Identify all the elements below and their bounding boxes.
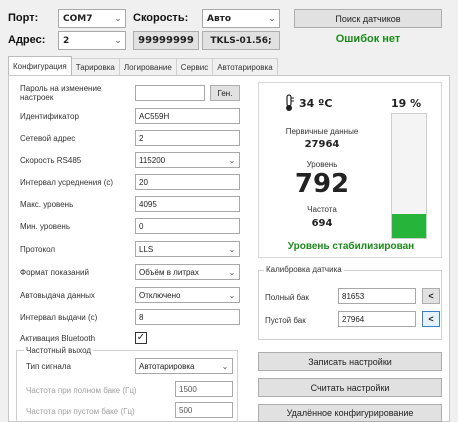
max-level-field[interactable]: 4095 (135, 196, 240, 212)
reading-format-select[interactable]: Объём в литрах ⌄ (135, 264, 240, 280)
empty-tank-label: Пустой бак (265, 316, 306, 325)
frequency-label: Частота (307, 205, 337, 214)
network-address-label: Сетевой адрес (20, 134, 76, 143)
full-tank-label: Полный бак (265, 293, 309, 302)
password-field[interactable] (135, 85, 205, 101)
chevron-down-icon: ⌄ (228, 267, 236, 277)
auto-output-select[interactable]: Отключено ⌄ (135, 287, 240, 303)
averaging-interval-field[interactable]: 20 (135, 174, 240, 190)
port-select-value: COM7 (63, 13, 93, 24)
speed-select-value: Авто (207, 13, 232, 24)
chevron-down-icon: ⌄ (228, 244, 236, 254)
chevron-down-icon: ⌄ (221, 361, 229, 371)
calibration-group-label: Калибровка датчика (264, 265, 344, 274)
address-select[interactable]: 2 ⌄ (58, 31, 126, 50)
set-empty-tank-button[interactable]: < (422, 311, 440, 327)
chevron-down-icon: ⌄ (228, 155, 236, 165)
calibration-group (258, 270, 442, 340)
generate-password-button[interactable]: Ген. (210, 85, 240, 101)
output-interval-field[interactable]: 8 (135, 309, 240, 325)
password-label: Пароль на изменение настроек (20, 84, 102, 102)
max-level-label: Макс. уровень (20, 200, 74, 209)
reading-format-value: Объём в литрах (139, 267, 199, 277)
frequency-value: 694 (311, 218, 333, 229)
network-address-field[interactable]: 2 (135, 130, 240, 146)
min-level-field[interactable]: 0 (135, 218, 240, 234)
checkmark-icon: ✓ (136, 332, 146, 343)
level-percent: 19 % (391, 97, 422, 110)
bluetooth-checkbox[interactable]: ✓ (135, 332, 147, 344)
empty-tank-frequency-field[interactable]: 500 (175, 402, 233, 418)
write-settings-button[interactable]: Записать настройки (258, 352, 442, 371)
errors-status: Ошибок нет (335, 33, 401, 45)
averaging-interval-label: Интервал усреднения (с) (20, 178, 114, 187)
auto-output-label: Автовыдача данных (20, 291, 95, 300)
signal-type-value: Автотарировка (139, 361, 195, 371)
full-tank-frequency-label: Частота при полном баке (Гц) (26, 386, 137, 395)
tab-configuration[interactable]: Конфигурация (8, 56, 72, 75)
tab-service[interactable]: Сервис (175, 58, 214, 75)
protocol-label: Протокол (20, 245, 56, 254)
identifier-field[interactable]: AC559H (135, 108, 240, 124)
chevron-down-icon: ⌄ (114, 35, 122, 46)
auto-output-value: Отключено (139, 290, 181, 300)
chevron-down-icon: ⌄ (114, 13, 122, 24)
rs485-speed-value: 115200 (139, 155, 166, 165)
stabilized-status: Уровень стабилизирован (287, 241, 415, 252)
port-select[interactable]: COM7 ⌄ (58, 9, 126, 28)
rs485-speed-label: Скорость RS485 (20, 156, 82, 165)
tab-calibration[interactable]: Тарировка (70, 58, 120, 75)
signal-type-select[interactable]: Автотарировка ⌄ (135, 358, 233, 374)
identifier-label: Идентификатор (20, 112, 79, 121)
reading-format-label: Формат показаний (20, 268, 89, 277)
frequency-output-label: Частотный выход (24, 346, 94, 355)
level-value: 792 (294, 169, 350, 199)
tab-bar: Конфигурация Тарировка Логирование Серви… (8, 56, 278, 75)
status-panel: 34 ºC 19 % Первичные данные 27964 Уровен… (258, 82, 442, 258)
rs485-speed-select[interactable]: 115200 ⌄ (135, 152, 240, 168)
output-interval-label: Интервал выдачи (с) (20, 313, 98, 322)
empty-tank-frequency-label: Частота при пустом баке (Гц) (26, 407, 135, 416)
chevron-down-icon: ⌄ (268, 13, 276, 24)
signal-type-label: Тип сигнала (26, 362, 71, 371)
tab-autocalibration[interactable]: Автотарировка (212, 58, 278, 75)
min-level-label: Мин. уровень (20, 222, 70, 231)
primary-data-value: 27964 (304, 139, 340, 150)
address-label: Адрес: (8, 34, 46, 46)
speed-label: Скорость: (133, 12, 189, 24)
set-full-tank-button[interactable]: < (422, 288, 440, 304)
chevron-down-icon: ⌄ (228, 290, 236, 300)
address-select-value: 2 (63, 35, 70, 46)
serial-number-button[interactable]: 99999999 (133, 31, 199, 50)
protocol-select[interactable]: LLS ⌄ (135, 241, 240, 257)
temperature-value: 34 ºC (299, 97, 333, 110)
protocol-value: LLS (139, 244, 154, 254)
read-settings-button[interactable]: Считать настройки (258, 378, 442, 397)
level-gauge (391, 113, 427, 239)
full-tank-field[interactable]: 81653 (338, 288, 416, 304)
speed-select[interactable]: Авто ⌄ (202, 9, 280, 28)
port-label: Порт: (8, 12, 39, 24)
search-sensors-button[interactable]: Поиск датчиков (294, 9, 442, 28)
primary-data-label: Первичные данные (285, 127, 359, 136)
remote-config-button[interactable]: Удалённое конфигурирование (258, 404, 442, 422)
level-label: Уровень (306, 160, 338, 169)
full-tank-frequency-field[interactable]: 1500 (175, 381, 233, 397)
firmware-button[interactable]: TKLS-01.56; (202, 31, 280, 50)
bluetooth-label: Активация Bluetooth (20, 334, 96, 343)
level-gauge-fill (392, 214, 426, 238)
empty-tank-field[interactable]: 27964 (338, 311, 416, 327)
thermometer-icon (283, 94, 295, 112)
tab-logging[interactable]: Логирование (118, 58, 177, 75)
